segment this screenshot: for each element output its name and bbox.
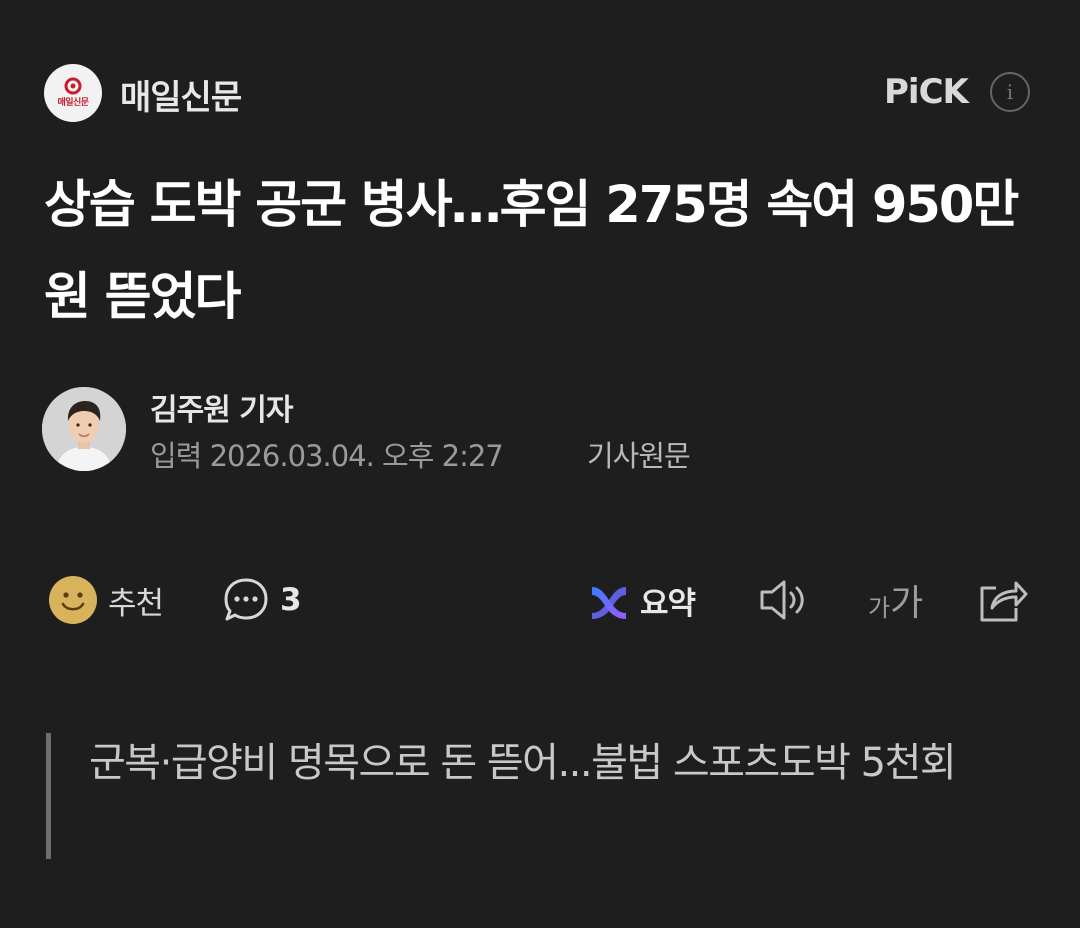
font-size-small-label: 가 (868, 593, 891, 622)
press-logo-text: 매일신문 (57, 98, 89, 108)
subheadline-quote: 군복·급양비 명목으로 돈 뜯어...불법 스포츠도박 5천회 (46, 733, 1036, 859)
original-article-link[interactable]: 기사원문 (587, 433, 691, 475)
comment-count: 3 (280, 582, 302, 618)
read-aloud-button[interactable] (758, 572, 812, 628)
comment-button[interactable]: 3 (222, 572, 302, 628)
share-button[interactable] (976, 572, 1028, 628)
recommend-button[interactable]: 추천 (48, 572, 164, 628)
subheadline: 군복·급양비 명목으로 돈 뜯어...불법 스포츠도박 5천회 (89, 740, 957, 786)
press-logo-mark (64, 77, 82, 95)
pick-badge: PiCK (884, 72, 969, 112)
recommend-label: 추천 (108, 585, 164, 622)
font-size-large-label: 가 (890, 583, 924, 624)
summary-icon (592, 587, 626, 619)
comment-icon (224, 578, 268, 621)
smile-icon (49, 576, 97, 624)
info-icon[interactable]: i (990, 72, 1030, 112)
font-size-button[interactable]: 가 가 (868, 572, 923, 628)
speaker-icon (760, 580, 804, 620)
summary-label: 요약 (640, 585, 696, 622)
article-headline: 상습 도박 공군 병사…후임 275명 속여 950만원 뜯었다 (44, 176, 1019, 327)
article-toolbar: 추천 3 요약 가 가 (48, 572, 1038, 628)
author-row: 김주원 기자 입력 2026.03.04. 오후 2:27 기사원문 (42, 385, 1032, 475)
publish-date: 입력 2026.03.04. 오후 2:27 (150, 439, 504, 473)
avatar[interactable] (42, 387, 126, 471)
share-icon (980, 581, 1028, 622)
summary-button[interactable]: 요약 (590, 572, 696, 628)
press-name[interactable]: 매일신문 (120, 70, 242, 119)
author-name[interactable]: 김주원 기자 (150, 385, 293, 429)
press-header: 매일신문 매일신문 PiCK i (44, 64, 1034, 122)
press-logo[interactable]: 매일신문 (44, 64, 102, 122)
